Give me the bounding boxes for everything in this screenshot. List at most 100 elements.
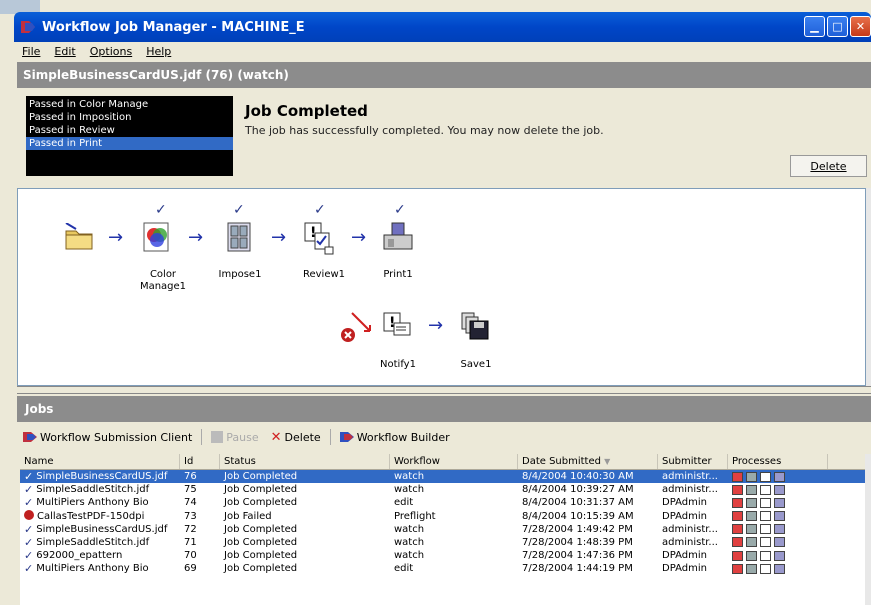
impose-node[interactable]: Impose1	[219, 221, 261, 280]
diagram-scrollbar[interactable]	[866, 188, 871, 386]
cell-workflow: Preflight	[394, 510, 436, 522]
cell-status: Job Completed	[224, 550, 298, 562]
node-label: Print1	[383, 269, 413, 280]
col-processes[interactable]: Processes	[728, 454, 828, 469]
workflow-builder-icon	[339, 432, 354, 442]
cell-date: 7/28/2004 1:48:39 PM	[522, 536, 633, 548]
cell-id: 73	[184, 510, 197, 522]
flow-arrow: →	[271, 227, 287, 248]
col-workflow[interactable]: Workflow	[390, 454, 518, 469]
menu-file[interactable]: File	[22, 45, 40, 58]
status-message: The job has successfully completed. You …	[245, 124, 604, 137]
cell-processes	[728, 536, 828, 549]
cell-date: 7/28/2004 1:44:19 PM	[522, 563, 633, 575]
check-icon: ✓	[24, 470, 34, 483]
submission-client-label: Workflow Submission Client	[40, 430, 193, 444]
cell-name: ✓ SimpleSaddleStitch.jdf	[24, 483, 150, 497]
col-submitter[interactable]: Submitter	[658, 454, 728, 469]
col-status[interactable]: Status	[220, 454, 390, 469]
node-label: Review1	[302, 269, 346, 280]
cell-workflow: watch	[394, 536, 425, 548]
table-row[interactable]: ✓ SimpleSaddleStitch.jdf 71 Job Completed wa…	[20, 536, 865, 549]
process-icon	[760, 511, 771, 522]
process-icon	[774, 497, 785, 508]
cell-submitter: administr...	[662, 484, 718, 496]
step-log[interactable]: Passed in Color Manage Passed in Imposit…	[26, 96, 233, 176]
minimize-button[interactable]: ▁	[804, 16, 825, 37]
menu-options[interactable]: Options	[90, 45, 132, 58]
print-node[interactable]: Print1	[382, 221, 414, 280]
step-log-item-selected[interactable]: Passed in Print	[26, 137, 233, 150]
table-row[interactable]: ✓ SimpleBusinessCardUS.jdf 76 Job Completed…	[20, 470, 865, 484]
cell-date: 8/4/2004 10:40:30 AM	[522, 471, 634, 482]
process-icon	[746, 484, 757, 495]
process-icon	[760, 471, 771, 482]
cell-name: ✓ SimpleSaddleStitch.jdf	[24, 535, 150, 549]
col-id[interactable]: Id	[180, 454, 220, 469]
process-icon	[760, 524, 771, 535]
check-icon: ✓	[24, 535, 34, 549]
delete-job-button[interactable]: Delete	[790, 155, 867, 177]
workflow-submission-client-button[interactable]: Workflow Submission Client	[20, 429, 195, 446]
cell-status: Job Completed	[224, 471, 298, 482]
col-date-submitted[interactable]: Date Submitted ▼	[518, 454, 658, 469]
notify-node[interactable]: ! Notify1	[380, 311, 416, 370]
cell-status: Job Completed	[224, 563, 298, 575]
step-log-item[interactable]: Passed in Color Manage	[26, 98, 233, 111]
cell-submitter: DPAdmin	[662, 550, 707, 562]
process-icon	[774, 484, 785, 495]
table-scrollbar[interactable]	[865, 454, 871, 605]
check-icon: ✓	[24, 522, 34, 536]
col-name[interactable]: Name	[20, 454, 180, 469]
save-node[interactable]: Save1	[460, 311, 492, 370]
color-manage-node[interactable]: Color Manage1	[140, 221, 186, 292]
pane-splitter[interactable]	[17, 386, 871, 394]
workflow-diagram: → ✓ Color Manage1 → ✓ Impose1 → ✓ ! Revi…	[17, 188, 866, 386]
workflow-builder-button[interactable]: Workflow Builder	[337, 429, 453, 446]
job-header: SimpleBusinessCardUS.jdf (76) (watch)	[17, 62, 871, 88]
title-bar: Workflow Job Manager - MACHINE_E ▁ □ ✕	[14, 12, 871, 42]
table-row[interactable]: CallasTestPDF-150dpi 73 Job Failed Prefligh…	[20, 509, 865, 523]
node-label: Save1	[460, 359, 492, 370]
color-manage-icon	[143, 222, 169, 252]
delete-button[interactable]: ✕ Delete	[268, 428, 324, 447]
hot-folder-icon[interactable]	[64, 222, 94, 254]
cell-id: 71	[184, 536, 197, 548]
process-icon	[774, 524, 785, 535]
cell-submitter: DPAdmin	[662, 510, 707, 522]
menu-help[interactable]: Help	[146, 45, 171, 58]
flow-arrow: →	[108, 227, 124, 248]
table-row[interactable]: ✓ MultiPiers Anthony Bio 74 Job Completed ed…	[20, 496, 865, 509]
cell-status: Job Completed	[224, 536, 298, 548]
table-row[interactable]: ✓ SimpleSaddleStitch.jdf 75 Job Completed wa…	[20, 483, 865, 496]
review-node[interactable]: ! Review1	[303, 221, 345, 280]
check-icon: ✓	[394, 202, 406, 218]
cell-status: Job Completed	[224, 497, 298, 509]
check-icon: ✓	[233, 202, 245, 218]
cell-name: ✓ SimpleBusinessCardUS.jdf	[24, 522, 168, 536]
cell-id: 72	[184, 523, 197, 535]
error-branch-icon	[341, 312, 371, 342]
step-log-item[interactable]: Passed in Review	[26, 124, 233, 137]
flow-arrow: →	[428, 315, 444, 336]
menu-bar: File Edit Options Help	[14, 42, 871, 60]
close-button[interactable]: ✕	[850, 16, 871, 37]
cell-id: 75	[184, 484, 197, 496]
process-icon	[760, 550, 771, 561]
process-icon	[746, 537, 757, 548]
maximize-button[interactable]: □	[827, 16, 848, 37]
cell-submitter: DPAdmin	[662, 563, 707, 575]
pause-button[interactable]: Pause	[208, 429, 261, 446]
window-title: Workflow Job Manager - MACHINE_E	[42, 19, 305, 35]
menu-edit[interactable]: Edit	[54, 45, 75, 58]
process-icon	[774, 563, 785, 574]
step-log-item[interactable]: Passed in Imposition	[26, 111, 233, 124]
table-row[interactable]: ✓ MultiPiers Anthony Bio 69 Job Completed ed…	[20, 562, 865, 575]
table-row[interactable]: ✓ 692000_epattern 70 Job Completed watch 7/28…	[20, 549, 865, 562]
node-label: Color Manage1	[139, 269, 187, 292]
error-icon	[24, 509, 34, 520]
check-icon: ✓	[24, 483, 34, 497]
process-icon	[732, 563, 743, 574]
table-row[interactable]: ✓ SimpleBusinessCardUS.jdf 72 Job Completed…	[20, 523, 865, 536]
cell-processes	[728, 483, 828, 496]
